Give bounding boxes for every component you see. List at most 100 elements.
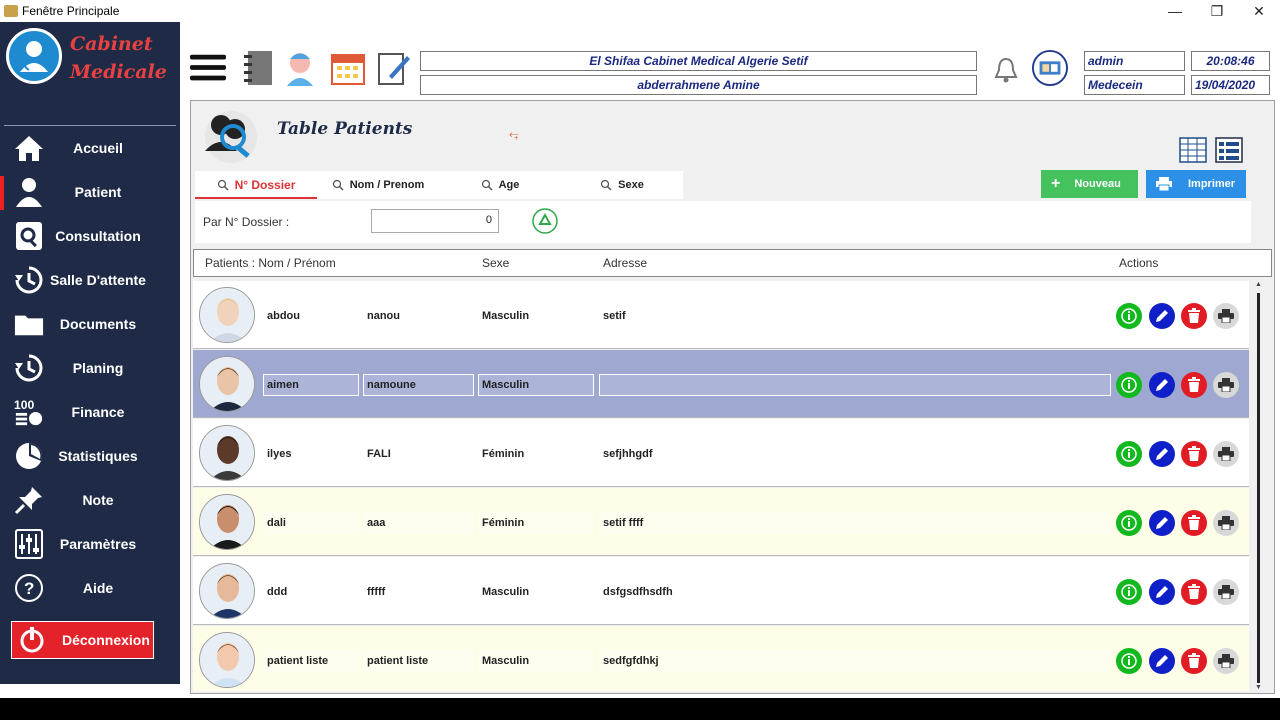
logo-line2: Medicale (70, 61, 167, 83)
col-adresse: Adresse (603, 256, 648, 270)
info-button[interactable] (1116, 579, 1142, 605)
patient-nom: ddd (263, 581, 359, 603)
patient-prenom: fffff (363, 581, 474, 603)
patient-sexe: Masculin (478, 305, 594, 327)
dossier-number-input[interactable]: 0 (371, 209, 499, 233)
scroll-thumb[interactable] (1257, 293, 1260, 683)
search-tabs: N° Dossier Nom / Prenom Age Sexe (195, 171, 683, 199)
sidebar-item-documents[interactable]: Documents (0, 302, 180, 346)
close-icon[interactable]: ✕ (1238, 3, 1280, 20)
table-row[interactable]: patient liste patient liste Masculin sedfgf… (193, 626, 1249, 691)
current-date: 19/04/2020 (1191, 75, 1270, 95)
trash-icon (1188, 308, 1200, 323)
scrollbar[interactable]: ▲ ▼ (1253, 281, 1267, 691)
tab-2[interactable]: Age (439, 171, 561, 199)
sidebar-item-note[interactable]: Note (0, 478, 180, 522)
patient-adresse (599, 374, 1111, 396)
print-row-button[interactable] (1213, 303, 1239, 329)
patient-nom: ilyes (263, 443, 359, 465)
patient-nom: patient liste (263, 650, 359, 672)
table-row[interactable]: ilyes FALI Féminin sefjhhgdf (193, 419, 1249, 487)
search-icon (217, 179, 229, 191)
info-icon (1121, 653, 1137, 669)
tab-label: Age (498, 179, 520, 191)
print-button[interactable]: Imprimer (1146, 170, 1246, 198)
print-row-button[interactable] (1213, 372, 1239, 398)
pencil-icon (1156, 517, 1168, 529)
sidebar-item-finance[interactable]: 100 Finance (0, 390, 180, 434)
grid-view-icon[interactable] (1179, 136, 1207, 164)
minimize-icon[interactable]: — (1154, 3, 1196, 20)
edit-button[interactable] (1149, 648, 1175, 674)
table-row[interactable]: aimen namoune Masculin (193, 350, 1249, 418)
sidebar-item-consultation[interactable]: Consultation (0, 214, 180, 258)
printer-icon (1218, 654, 1234, 668)
info-button[interactable] (1116, 648, 1142, 674)
delete-button[interactable] (1181, 441, 1207, 467)
info-button[interactable] (1116, 303, 1142, 329)
patient-sexe: Masculin (478, 374, 594, 396)
patient-avatar-icon[interactable] (282, 50, 318, 86)
patient-nom: aimen (263, 374, 359, 396)
info-button[interactable] (1116, 372, 1142, 398)
scroll-down-icon[interactable]: ▼ (1255, 684, 1262, 691)
print-row-button[interactable] (1213, 510, 1239, 536)
delete-button[interactable] (1181, 579, 1207, 605)
patient-prenom: patient liste (363, 650, 474, 672)
sidebar-item-aide[interactable]: ? Aide (0, 566, 180, 610)
edit-button[interactable] (1149, 510, 1175, 536)
sidebar-item-param-tres[interactable]: Paramètres (0, 522, 180, 566)
sidebar-item-salle-d-attente[interactable]: Salle D'attente (0, 258, 180, 302)
delete-button[interactable] (1181, 510, 1207, 536)
tab-1[interactable]: Nom / Prenom (317, 171, 439, 199)
list-view-icon[interactable] (1215, 136, 1243, 164)
edit-button[interactable] (1149, 303, 1175, 329)
edit-button[interactable] (1149, 441, 1175, 467)
logout-button[interactable]: Déconnexion (11, 621, 154, 659)
patient-adresse: setif (599, 305, 1111, 327)
new-patient-button[interactable]: + Nouveau (1041, 170, 1138, 198)
scroll-up-icon[interactable]: ▲ (1255, 281, 1262, 288)
sidebar-item-patient[interactable]: Patient (0, 170, 180, 214)
delete-button[interactable] (1181, 648, 1207, 674)
sidebar-item-statistiques[interactable]: Statistiques (0, 434, 180, 478)
bell-icon[interactable] (988, 52, 1024, 88)
user-role: Medecein (1084, 75, 1185, 95)
logo-text: Cabinet Medicale (70, 30, 167, 86)
table-row[interactable]: abdou nanou Masculin setif (193, 281, 1249, 349)
edit-button[interactable] (1149, 579, 1175, 605)
patient-sexe: Masculin (478, 650, 594, 672)
print-row-button[interactable] (1213, 579, 1239, 605)
patient-nom: dali (263, 512, 359, 534)
window-controls: — ❐ ✕ (1154, 3, 1280, 20)
app-icon (4, 5, 18, 17)
menu-icon[interactable] (190, 50, 226, 86)
recycle-icon[interactable] (531, 207, 559, 235)
calendar-icon[interactable] (330, 50, 366, 86)
doctor-profile-icon[interactable] (1032, 50, 1068, 86)
info-icon (1121, 446, 1137, 462)
notebook-icon[interactable] (240, 50, 276, 86)
print-row-button[interactable] (1213, 441, 1239, 467)
tab-3[interactable]: Sexe (561, 171, 683, 199)
sidebar-item-accueil[interactable]: Accueil (0, 126, 180, 170)
sidebar-item-planing[interactable]: Planing (0, 346, 180, 390)
tab-0[interactable]: N° Dossier (195, 171, 317, 199)
patient-nom: abdou (263, 305, 359, 327)
table-row[interactable]: dali aaa Féminin setif ffff (193, 488, 1249, 556)
edit-document-icon[interactable] (376, 50, 412, 86)
power-icon (20, 627, 44, 653)
table-row[interactable]: ddd fffff Masculin dsfgsdfhsdfh (193, 557, 1249, 625)
patient-sexe: Féminin (478, 512, 594, 534)
table-header: Patients : Nom / Prénom Sexe Adresse Act… (193, 249, 1272, 277)
cursor-marker-icon: ⥆ (509, 127, 519, 141)
info-button[interactable] (1116, 441, 1142, 467)
delete-button[interactable] (1181, 372, 1207, 398)
delete-button[interactable] (1181, 303, 1207, 329)
print-row-button[interactable] (1213, 648, 1239, 674)
info-button[interactable] (1116, 510, 1142, 536)
maximize-icon[interactable]: ❐ (1196, 3, 1238, 20)
edit-button[interactable] (1149, 372, 1175, 398)
svg-text:?: ? (24, 579, 34, 598)
patient-prenom: nanou (363, 305, 474, 327)
